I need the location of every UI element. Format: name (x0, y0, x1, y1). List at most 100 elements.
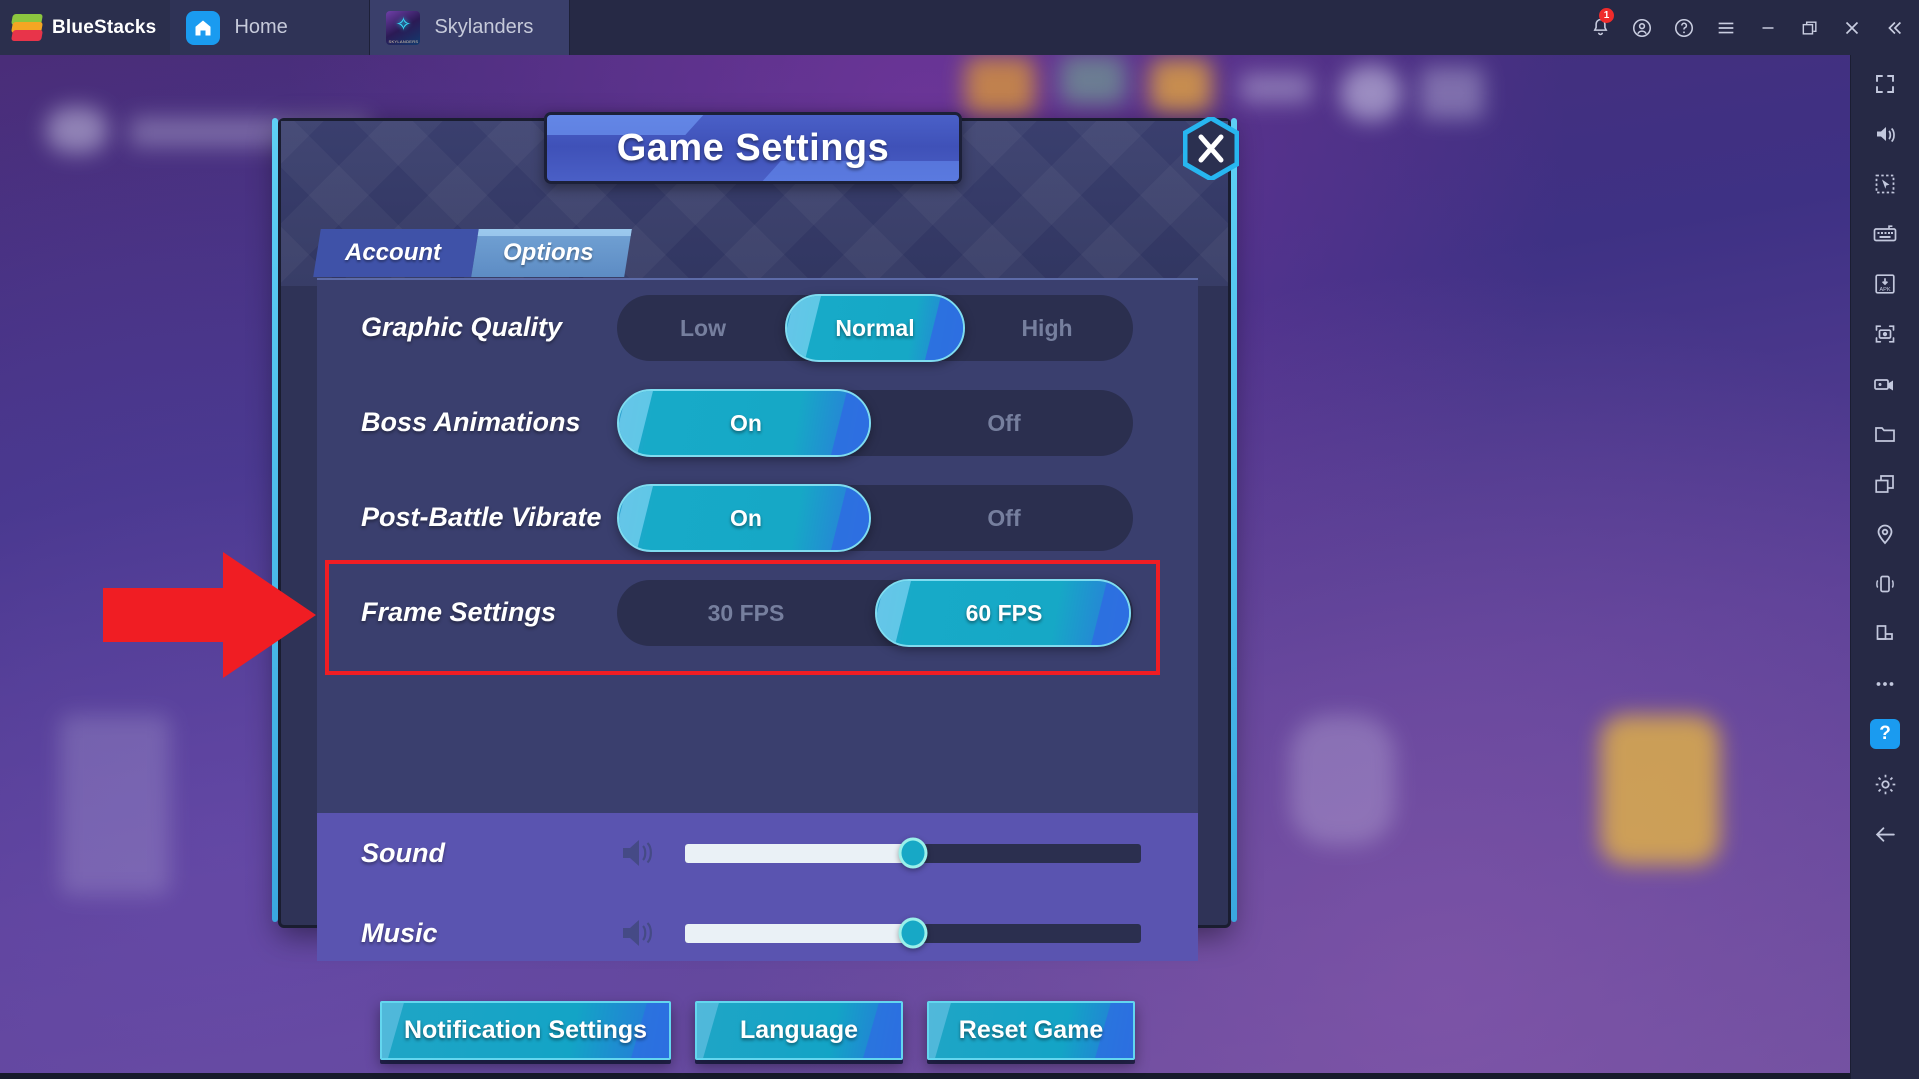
tab-account[interactable]: Account (313, 229, 479, 277)
back-icon[interactable] (1851, 809, 1919, 859)
settings-gear-icon[interactable] (1851, 759, 1919, 809)
music-slider-fill (685, 923, 913, 943)
language-button[interactable]: Language (695, 1001, 904, 1060)
tab-skylanders-label: Skylanders (434, 16, 534, 38)
language-label: Language (739, 1016, 859, 1044)
titlebar-controls: 1 (1579, 0, 1919, 55)
menu-icon[interactable] (1705, 0, 1747, 55)
setting-label-post-battle-vibrate: Post-Battle Vibrate (361, 502, 602, 532)
annotation-arrow (103, 550, 318, 685)
bluestacks-brand: BlueStacks (0, 0, 171, 55)
restore-icon[interactable] (1789, 0, 1831, 55)
option-boss-off[interactable]: Off (875, 390, 1133, 456)
tab-options-label: Options (503, 239, 594, 266)
bg-decor-icon-a (965, 57, 1035, 115)
setting-row-graphic-quality: Graphic Quality Low Normal High (317, 280, 1198, 375)
bg-decor-count (1240, 73, 1312, 103)
sound-slider-handle[interactable] (898, 837, 928, 869)
minimize-icon[interactable] (1747, 0, 1789, 55)
location-icon[interactable] (1851, 509, 1919, 559)
volume-icon[interactable] (1851, 109, 1919, 159)
bg-decor-gem (1600, 715, 1720, 865)
setting-row-music: Music (317, 893, 1198, 973)
multi-instance-icon[interactable] (1851, 459, 1919, 509)
setting-label-frame-settings: Frame Settings (361, 597, 557, 627)
bg-decor-avatar (1340, 65, 1402, 121)
setting-row-frame-settings: Frame Settings 30 FPS 60 FPS (317, 565, 1198, 660)
tab-account-label: Account (345, 239, 441, 266)
music-slider-handle[interactable] (898, 917, 928, 949)
dialog-tabs: Account Options (313, 229, 632, 277)
setting-label-music: Music (361, 917, 438, 948)
sound-slider-fill (685, 843, 913, 863)
setting-label-sound: Sound (361, 837, 445, 868)
window-titlebar: BlueStacks Home ✧ SKYLANDERS Skylanders 1 (0, 0, 1919, 55)
svg-text:APK: APK (1879, 287, 1890, 293)
tab-options[interactable]: Options (471, 229, 632, 277)
media-folder-icon[interactable] (1851, 409, 1919, 459)
notification-settings-button[interactable]: Notification Settings (379, 1001, 672, 1060)
keyboard-controls-icon[interactable] (1851, 209, 1919, 259)
option-frame-30fps[interactable]: 30 FPS (617, 580, 875, 646)
brand-label: BlueStacks (52, 16, 157, 38)
bg-decor-icon-b (1060, 55, 1126, 105)
reset-game-button[interactable]: Reset Game (927, 1001, 1136, 1060)
speaker-icon (617, 833, 663, 873)
reset-game-label: Reset Game (958, 1016, 1104, 1044)
segment-post-battle-vibrate: On Off (617, 483, 1133, 552)
bg-decor-tower (60, 715, 170, 895)
bg-decor-coin-left (46, 107, 108, 153)
game-canvas: Account Options Graphic Quality Low Norm… (0, 55, 1850, 1079)
music-slider[interactable] (685, 917, 1141, 949)
close-icon[interactable] (1831, 0, 1873, 55)
option-boss-on[interactable]: On (617, 390, 875, 456)
option-graphic-normal[interactable]: Normal (789, 295, 961, 361)
setting-label-boss-animations: Boss Animations (361, 407, 581, 437)
game-settings-dialog: Account Options Graphic Quality Low Norm… (272, 118, 1237, 1060)
option-graphic-low[interactable]: Low (617, 295, 789, 361)
dialog-action-buttons: Notification Settings Language Reset Gam… (281, 1001, 1234, 1060)
help-icon[interactable] (1663, 0, 1705, 55)
options-panel: Graphic Quality Low Normal High Boss Ani… (317, 278, 1198, 813)
notification-settings-label: Notification Settings (403, 1016, 648, 1044)
titlebar-spacer (570, 0, 1579, 55)
dialog-close-button[interactable] (1182, 115, 1240, 182)
tab-skylanders[interactable]: ✧ SKYLANDERS Skylanders (370, 0, 571, 55)
more-icon[interactable] (1851, 659, 1919, 709)
cursor-select-icon[interactable] (1851, 159, 1919, 209)
install-apk-icon[interactable]: APK (1851, 259, 1919, 309)
bg-decor-ghost (1290, 715, 1395, 845)
dialog-title-banner: Game Settings (544, 112, 962, 184)
screenshot-icon[interactable] (1851, 309, 1919, 359)
account-icon[interactable] (1621, 0, 1663, 55)
option-vibrate-off[interactable]: Off (875, 485, 1133, 551)
page-title: Game Settings (616, 126, 890, 169)
shake-icon[interactable] (1851, 559, 1919, 609)
game-thumbnail-icon: ✧ SKYLANDERS (386, 10, 421, 45)
tab-home-label: Home (234, 16, 288, 38)
segment-boss-animations: On Off (617, 388, 1133, 457)
bluestacks-sidebar: APK ? (1850, 55, 1919, 1079)
rotate-icon[interactable] (1851, 609, 1919, 659)
option-vibrate-on[interactable]: On (617, 485, 875, 551)
fullscreen-icon[interactable] (1851, 59, 1919, 109)
speaker-icon (617, 913, 663, 953)
help-icon[interactable]: ? (1851, 709, 1919, 759)
collapse-icon[interactable] (1873, 0, 1915, 55)
bg-decor-menu (1420, 67, 1484, 119)
record-icon[interactable] (1851, 359, 1919, 409)
segment-frame-settings: 30 FPS 60 FPS (617, 578, 1133, 647)
help-label: ? (1870, 719, 1900, 749)
audio-settings-panel: Sound Music (317, 813, 1198, 961)
setting-label-graphic-quality: Graphic Quality (361, 312, 563, 342)
setting-row-sound: Sound (317, 813, 1198, 893)
notification-badge: 1 (1599, 8, 1614, 23)
notifications-icon[interactable]: 1 (1579, 0, 1621, 55)
option-frame-60fps[interactable]: 60 FPS (875, 580, 1133, 646)
sound-slider[interactable] (685, 837, 1141, 869)
setting-row-boss-animations: Boss Animations On Off (317, 375, 1198, 470)
tab-home[interactable]: Home (170, 0, 371, 55)
bluestacks-logo-icon (11, 13, 43, 42)
setting-row-post-battle-vibrate: Post-Battle Vibrate On Off (317, 470, 1198, 565)
option-graphic-high[interactable]: High (961, 295, 1133, 361)
